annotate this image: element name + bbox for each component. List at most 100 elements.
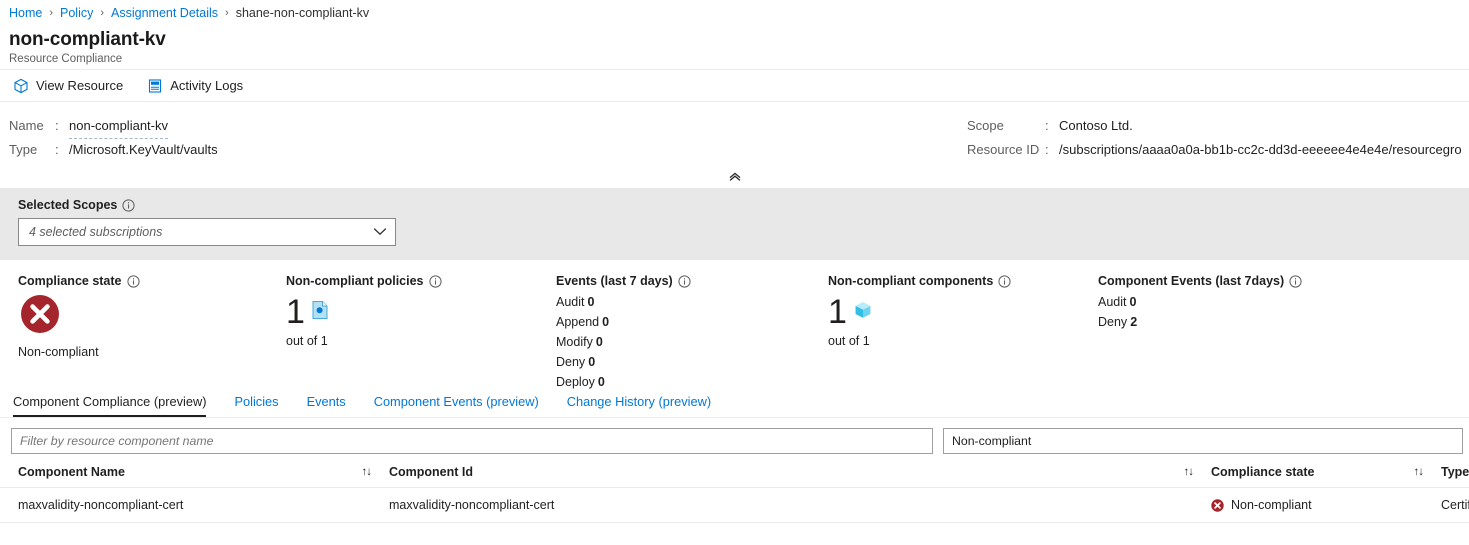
component-event-label: Audit [1098,295,1127,309]
noncompliant-components-outof: out of 1 [828,334,870,348]
info-icon[interactable] [122,198,135,212]
breadcrumb-item-home[interactable]: Home [9,6,42,20]
info-icon[interactable] [126,274,140,288]
cell-component-name: maxvalidity-noncompliant-cert [0,487,389,523]
activity-logs-label: Activity Logs [170,78,244,93]
breadcrumb-separator: › [49,7,54,19]
view-resource-label: View Resource [36,78,124,93]
tab-component-events[interactable]: Component Events (preview) [374,394,553,417]
table-row[interactable]: maxvalidity-noncompliant-cert maxvalidit… [0,487,1469,523]
command-bar: View Resource Activity Logs [0,70,1469,102]
cell-compliance-state-label: Non-compliant [1231,498,1312,512]
sort-updown-icon[interactable]: ↑↓ [362,466,372,478]
noncompliant-components-count: 1 [828,293,847,331]
breadcrumb: Home › Policy › Assignment Details › sha… [0,0,1469,26]
info-icon[interactable] [1289,274,1302,288]
tile-component-events-title: Component Events (last 7days) [1098,274,1285,288]
table-filters [0,418,1469,456]
column-header-component-name[interactable]: Component Name ↑↓ [0,456,389,488]
tile-noncompliant-components: Non-compliant components 1 out of 1 [828,274,1098,388]
page-title: non-compliant-kv [9,29,166,50]
property-resource-id-value: /subscriptions/aaaa0a0a-bb1b-cc2c-dd3d-e… [1059,142,1462,157]
compliance-state-filter-input[interactable] [943,428,1463,454]
column-header-type-label: Type [1441,465,1469,479]
tile-compliance-state: Compliance state Non-compliant [0,274,286,388]
property-scope-value: Contoso Ltd. [1059,118,1133,133]
chevron-double-up-icon[interactable] [716,172,754,183]
tab-events[interactable]: Events [307,394,360,417]
sort-updown-icon[interactable]: ↑↓ [1414,466,1424,478]
component-event-row-audit: Audit 0 [1098,292,1388,312]
event-label: Modify [556,335,593,349]
compliance-summary: Compliance state Non-compliant Non-compl… [0,260,1469,389]
component-event-label: Deny [1098,315,1128,329]
resource-properties-right: Scope : Contoso Ltd. Resource ID : /subs… [967,114,1469,162]
noncompliant-policies-outof: out of 1 [286,334,328,348]
noncompliant-policies-count: 1 [286,293,305,331]
noncompliant-components-count-row: 1 [828,292,1098,332]
selected-scopes-section: Selected Scopes 4 selected subscriptions [0,188,1469,260]
component-compliance-table: Component Name ↑↓ Component Id ↑↓ Compli… [0,456,1469,523]
tile-compliance-state-header: Compliance state [18,274,286,288]
column-header-compliance-state-label: Compliance state [1211,465,1315,479]
breadcrumb-item-assignment-details[interactable]: Assignment Details [111,6,218,20]
selected-scopes-dropdown[interactable]: 4 selected subscriptions [18,218,396,246]
sort-updown-icon[interactable]: ↑↓ [1184,466,1194,478]
tab-component-compliance[interactable]: Component Compliance (preview) [13,394,220,417]
property-resource-id-label: Resource ID [967,142,1040,157]
info-icon[interactable] [428,274,442,288]
event-row-modify: Modify 0 [556,332,828,352]
column-header-type[interactable]: Type [1441,456,1469,488]
noncompliant-policies-count-row: 1 [286,292,556,332]
cell-type: Certif [1441,487,1469,523]
column-header-component-id[interactable]: Component Id ↑↓ [389,456,1211,488]
tab-change-history[interactable]: Change History (preview) [567,394,725,417]
activity-log-icon [147,78,163,94]
property-colon: : [55,142,59,157]
tile-events-title: Events (last 7 days) [556,274,673,288]
component-name-filter-input[interactable] [11,428,933,454]
breadcrumb-item-policy[interactable]: Policy [60,6,93,20]
policy-resource-compliance-page: Home › Policy › Assignment Details › sha… [0,0,1469,545]
selected-scopes-label-row: Selected Scopes [18,198,1469,212]
info-icon[interactable] [678,274,691,288]
property-type-label: Type [9,142,38,157]
view-resource-button[interactable]: View Resource [9,76,127,96]
info-icon[interactable] [998,274,1011,288]
error-circle-icon [20,294,286,339]
property-scope-row: Scope : Contoso Ltd. [967,114,1469,138]
compliance-state-value: Non-compliant [18,345,99,359]
property-scope-label: Scope [967,118,1004,133]
column-header-component-id-label: Component Id [389,465,474,479]
selected-scopes-label: Selected Scopes [18,198,118,212]
event-value: 0 [587,295,595,309]
tab-policies[interactable]: Policies [234,394,292,417]
event-value: 0 [595,335,603,349]
event-row-deploy: Deploy 0 [556,372,828,392]
detail-tabs: Component Compliance (preview) Policies … [0,388,1469,418]
resource-properties: Name : non-compliant-kv Type : /Microsof… [0,102,1469,172]
property-colon: : [1045,118,1049,133]
tile-component-events: Component Events (last 7days) Audit 0 Den… [1098,274,1388,388]
event-label: Deny [556,355,586,369]
tile-noncompliant-policies-title: Non-compliant policies [286,274,424,288]
chevron-down-icon [373,225,387,239]
property-name-value[interactable]: non-compliant-kv [69,114,168,139]
event-row-audit: Audit 0 [556,292,828,312]
component-event-value: 2 [1130,315,1138,329]
page-subtitle: Resource Compliance [9,53,123,65]
event-label: Deploy [556,375,595,389]
component-cube-icon [853,300,873,325]
selected-scopes-value: 4 selected subscriptions [29,225,163,239]
component-event-value: 0 [1129,295,1137,309]
breadcrumb-separator: › [100,7,105,19]
event-row-deny: Deny 0 [556,352,828,372]
activity-logs-button[interactable]: Activity Logs [143,76,247,96]
policy-document-icon [311,300,329,325]
tile-events: Events (last 7 days) Audit 0 Append 0 Modi… [556,274,828,389]
property-colon: : [1045,142,1049,157]
event-label: Audit [556,295,585,309]
column-header-compliance-state[interactable]: Compliance state ↑↓ [1211,456,1441,488]
event-label: Append [556,315,600,329]
property-name-label: Name [9,118,44,133]
